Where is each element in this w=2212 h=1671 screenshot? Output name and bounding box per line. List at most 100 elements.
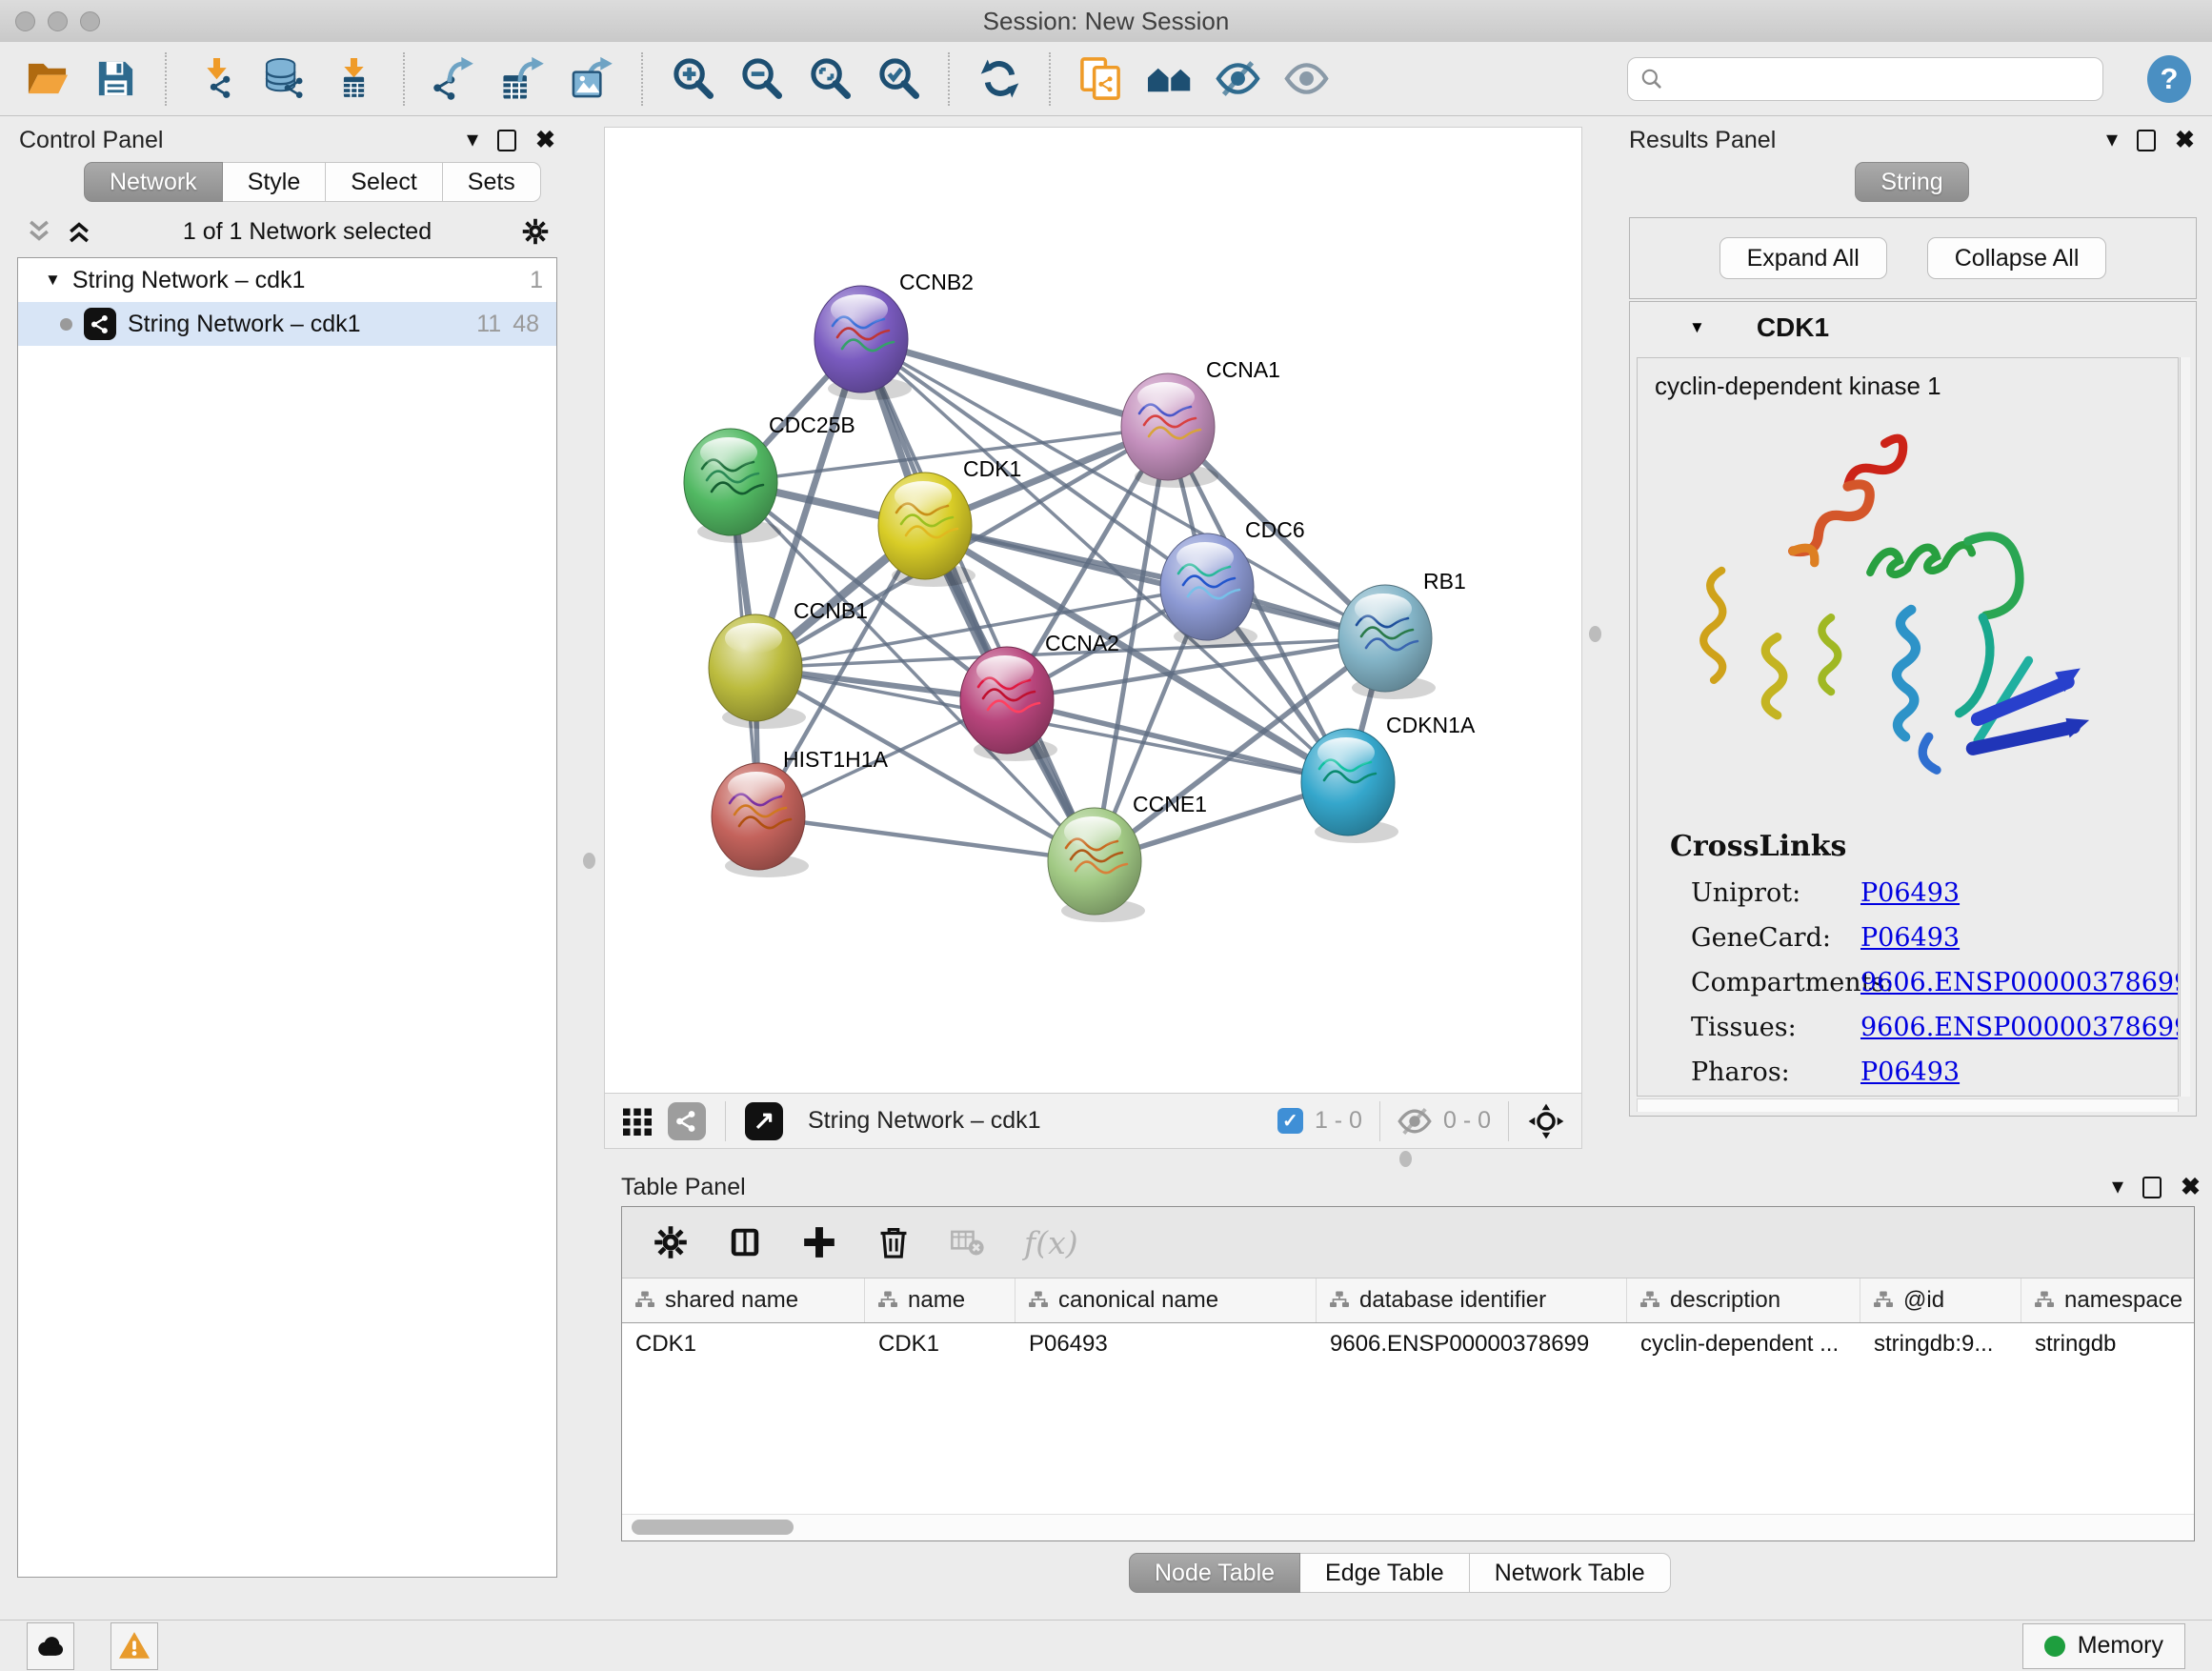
import-network-database-button[interactable] [259, 52, 311, 106]
network-edge[interactable] [925, 526, 1385, 638]
warnings-button[interactable] [111, 1622, 158, 1670]
column-header-name[interactable]: name [865, 1278, 1016, 1322]
table-settings-gear-icon[interactable] [653, 1224, 689, 1260]
collapse-all-icon[interactable] [25, 217, 53, 246]
table-row[interactable]: CDK1CDK1P064939606.ENSP00000378699cyclin… [622, 1323, 2194, 1365]
column-header-namespace[interactable]: namespace [2021, 1278, 2194, 1322]
network-node-CDC6[interactable]: CDC6 [1160, 517, 1305, 648]
tab-sets[interactable]: Sets [443, 162, 541, 202]
zoom-in-button[interactable] [667, 52, 718, 106]
collapse-triangle-icon[interactable]: ▼ [45, 271, 61, 290]
expand-all-button[interactable]: Expand All [1719, 237, 1887, 279]
refresh-button[interactable] [974, 52, 1025, 106]
vertical-splitter-handle[interactable] [1589, 626, 1601, 642]
import-network-file-button[interactable] [191, 52, 242, 106]
export-table-button[interactable] [497, 52, 549, 106]
collapse-triangle-icon[interactable]: ▼ [1689, 318, 1705, 337]
show-graphics-details-button[interactable] [1280, 52, 1332, 106]
table-cell[interactable]: stringdb [2021, 1323, 2194, 1365]
export-image-button[interactable] [566, 52, 617, 106]
window-close-button[interactable] [15, 11, 35, 31]
network-edge[interactable] [861, 339, 1095, 861]
column-header-description[interactable]: description [1627, 1278, 1860, 1322]
tab-style[interactable]: Style [223, 162, 327, 202]
search-input[interactable] [1672, 65, 2091, 93]
crosslink-value[interactable]: 9606.ENSP00000378699 [1860, 1013, 2179, 1042]
memory-button[interactable]: Memory [2022, 1623, 2185, 1669]
tab-string[interactable]: String [1855, 162, 1968, 202]
table-cell[interactable]: cyclin-dependent ... [1627, 1323, 1860, 1365]
create-column-icon[interactable] [801, 1224, 837, 1260]
table-cell[interactable]: 9606.ENSP00000378699 [1317, 1323, 1627, 1365]
gear-icon[interactable] [521, 217, 550, 246]
zoom-fit-button[interactable] [804, 52, 855, 106]
save-session-button[interactable] [90, 52, 141, 106]
new-network-from-selection-button[interactable] [1075, 52, 1126, 106]
crosslink-value[interactable]: P06493 [1860, 923, 1960, 953]
network-node-CDK1[interactable]: CDK1 [878, 456, 1021, 587]
toolbar-separator [948, 52, 950, 106]
panel-float-icon[interactable] [2137, 130, 2156, 151]
crosslink-value[interactable]: 9606.ENSP00000378699 [1860, 968, 2179, 997]
tab-node-table[interactable]: Node Table [1129, 1553, 1300, 1593]
help-button[interactable]: ? [2147, 55, 2191, 103]
scrollbar-thumb[interactable] [632, 1520, 794, 1535]
network-node-CCNB2[interactable]: CCNB2 [814, 270, 974, 400]
network-node-HIST1H1A[interactable]: HIST1H1A [712, 747, 889, 877]
birds-eye-crosshair-icon[interactable] [1526, 1101, 1566, 1141]
column-header-canonical-name[interactable]: canonical name [1016, 1278, 1317, 1322]
table-cell[interactable]: P06493 [1016, 1323, 1317, 1365]
results-scrollbar[interactable] [2180, 357, 2190, 1097]
grid-view-icon[interactable] [620, 1104, 654, 1138]
expand-all-icon[interactable] [65, 217, 93, 246]
network-node-CDKN1A[interactable]: CDKN1A [1301, 713, 1476, 843]
zoom-selected-button[interactable] [873, 52, 924, 106]
panel-float-icon[interactable] [497, 130, 516, 151]
column-header-shared-name[interactable]: shared name [622, 1278, 865, 1322]
window-zoom-button[interactable] [80, 11, 100, 31]
crosslink-value[interactable]: P06493 [1860, 878, 1960, 908]
network-node-CCNA1[interactable]: CCNA1 [1121, 357, 1280, 488]
hide-graphics-details-button[interactable] [1212, 52, 1263, 106]
crosslink-value[interactable]: P06493 [1860, 1057, 1960, 1087]
show-columns-icon[interactable] [727, 1224, 763, 1260]
horizontal-splitter-handle[interactable] [1399, 1151, 1412, 1167]
panel-close-icon[interactable]: ✖ [535, 129, 555, 152]
table-cell[interactable]: CDK1 [622, 1323, 865, 1365]
network-canvas[interactable]: CCNB2CCNA1CDC25BCDK1CDC6RB1CCNB1CCNA2CDK… [604, 127, 1582, 1094]
network-node-RB1[interactable]: RB1 [1338, 569, 1466, 699]
tab-select[interactable]: Select [326, 162, 442, 202]
gene-section-header[interactable]: ▼ CDK1 [1630, 302, 2196, 353]
collapse-all-button[interactable]: Collapse All [1927, 237, 2107, 279]
hidden-eye-slash-icon[interactable] [1398, 1104, 1432, 1138]
panel-close-icon[interactable]: ✖ [2181, 1176, 2201, 1199]
panel-menu-icon[interactable]: ▾ [2106, 129, 2118, 151]
selected-checkbox-icon[interactable]: ✓ [1277, 1108, 1303, 1134]
window-minimize-button[interactable] [48, 11, 68, 31]
vertical-splitter-handle[interactable] [583, 853, 595, 869]
cloud-button[interactable] [27, 1622, 74, 1670]
column-header-database-identifier[interactable]: database identifier [1317, 1278, 1627, 1322]
tab-network-table[interactable]: Network Table [1470, 1553, 1671, 1593]
tab-network[interactable]: Network [84, 162, 223, 202]
network-row[interactable]: String Network – cdk1 11 48 [18, 302, 556, 346]
zoom-out-button[interactable] [735, 52, 787, 106]
table-cell[interactable]: CDK1 [865, 1323, 1016, 1365]
panel-float-icon[interactable] [2142, 1177, 2162, 1198]
column-header--id[interactable]: @id [1860, 1278, 2021, 1322]
delete-column-trash-icon[interactable] [875, 1224, 912, 1260]
panel-menu-icon[interactable]: ▾ [2112, 1176, 2123, 1198]
panel-close-icon[interactable]: ✖ [2175, 129, 2195, 152]
network-collection-row[interactable]: ▼ String Network – cdk1 1 [18, 258, 556, 302]
network-edge[interactable] [758, 816, 1095, 861]
open-session-button[interactable] [21, 52, 72, 106]
import-table-button[interactable] [328, 52, 379, 106]
string-share-icon[interactable] [668, 1102, 706, 1140]
export-network-button[interactable] [429, 52, 480, 106]
houses-button[interactable] [1143, 52, 1195, 106]
table-hscrollbar[interactable] [622, 1514, 2194, 1540]
tab-edge-table[interactable]: Edge Table [1300, 1553, 1470, 1593]
detach-view-icon[interactable]: ↗ [745, 1102, 783, 1140]
table-cell[interactable]: stringdb:9... [1860, 1323, 2021, 1365]
panel-menu-icon[interactable]: ▾ [467, 129, 478, 151]
